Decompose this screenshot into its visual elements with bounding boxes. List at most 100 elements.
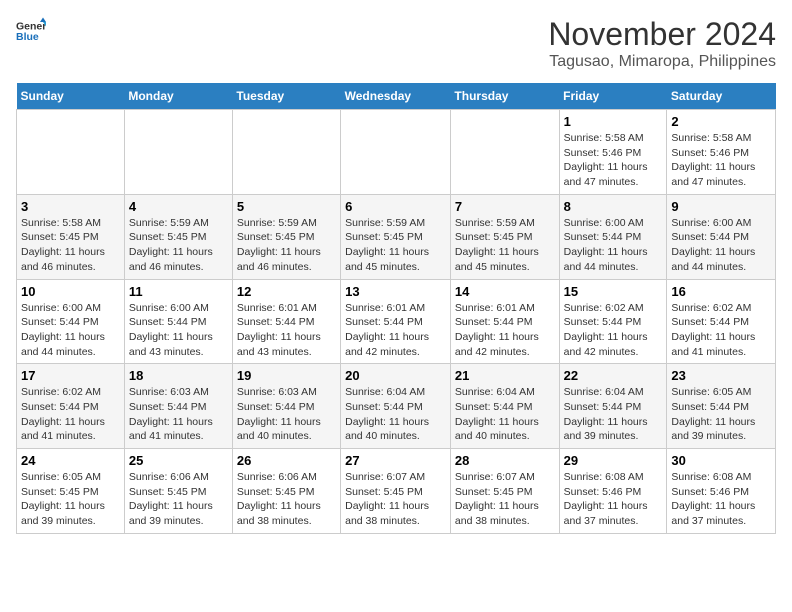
header: General Blue November 2024 Tagusao, Mima… [16,16,776,71]
day-number: 27 [345,453,446,468]
calendar-cell [341,110,451,195]
calendar-cell: 16 Sunrise: 6:02 AMSunset: 5:44 PMDaylig… [667,279,776,364]
calendar-cell: 8 Sunrise: 6:00 AMSunset: 5:44 PMDayligh… [559,194,667,279]
day-number: 12 [237,284,336,299]
day-info: Sunrise: 6:08 AMSunset: 5:46 PMDaylight:… [671,470,771,529]
day-number: 7 [455,199,555,214]
logo-icon: General Blue [16,16,46,46]
calendar-cell: 28 Sunrise: 6:07 AMSunset: 5:45 PMDaylig… [450,449,559,534]
day-info: Sunrise: 6:00 AMSunset: 5:44 PMDaylight:… [564,216,663,275]
calendar-cell: 21 Sunrise: 6:04 AMSunset: 5:44 PMDaylig… [450,364,559,449]
day-number: 28 [455,453,555,468]
day-number: 11 [129,284,228,299]
week-row-2: 3 Sunrise: 5:58 AMSunset: 5:45 PMDayligh… [17,194,776,279]
calendar-cell: 25 Sunrise: 6:06 AMSunset: 5:45 PMDaylig… [124,449,232,534]
week-row-4: 17 Sunrise: 6:02 AMSunset: 5:44 PMDaylig… [17,364,776,449]
title-section: November 2024 Tagusao, Mimaropa, Philipp… [548,16,776,71]
calendar-header: SundayMondayTuesdayWednesdayThursdayFrid… [17,83,776,110]
calendar-cell: 29 Sunrise: 6:08 AMSunset: 5:46 PMDaylig… [559,449,667,534]
day-info: Sunrise: 6:06 AMSunset: 5:45 PMDaylight:… [129,470,228,529]
day-info: Sunrise: 6:06 AMSunset: 5:45 PMDaylight:… [237,470,336,529]
day-info: Sunrise: 6:01 AMSunset: 5:44 PMDaylight:… [237,301,336,360]
calendar-cell: 5 Sunrise: 5:59 AMSunset: 5:45 PMDayligh… [232,194,340,279]
day-number: 20 [345,368,446,383]
day-info: Sunrise: 5:59 AMSunset: 5:45 PMDaylight:… [129,216,228,275]
calendar-cell: 10 Sunrise: 6:00 AMSunset: 5:44 PMDaylig… [17,279,125,364]
calendar-cell: 17 Sunrise: 6:02 AMSunset: 5:44 PMDaylig… [17,364,125,449]
day-info: Sunrise: 6:04 AMSunset: 5:44 PMDaylight:… [345,385,446,444]
day-number: 2 [671,114,771,129]
calendar-cell: 26 Sunrise: 6:06 AMSunset: 5:45 PMDaylig… [232,449,340,534]
day-number: 8 [564,199,663,214]
day-info: Sunrise: 6:02 AMSunset: 5:44 PMDaylight:… [671,301,771,360]
svg-text:Blue: Blue [16,31,39,43]
day-number: 3 [21,199,120,214]
day-number: 9 [671,199,771,214]
calendar-cell: 14 Sunrise: 6:01 AMSunset: 5:44 PMDaylig… [450,279,559,364]
calendar-cell: 27 Sunrise: 6:07 AMSunset: 5:45 PMDaylig… [341,449,451,534]
calendar-cell: 13 Sunrise: 6:01 AMSunset: 5:44 PMDaylig… [341,279,451,364]
day-info: Sunrise: 5:58 AMSunset: 5:46 PMDaylight:… [671,131,771,190]
header-day-thursday: Thursday [450,83,559,110]
header-row: SundayMondayTuesdayWednesdayThursdayFrid… [17,83,776,110]
calendar-cell: 7 Sunrise: 5:59 AMSunset: 5:45 PMDayligh… [450,194,559,279]
week-row-3: 10 Sunrise: 6:00 AMSunset: 5:44 PMDaylig… [17,279,776,364]
day-info: Sunrise: 6:05 AMSunset: 5:44 PMDaylight:… [671,385,771,444]
day-info: Sunrise: 5:58 AMSunset: 5:45 PMDaylight:… [21,216,120,275]
day-info: Sunrise: 6:00 AMSunset: 5:44 PMDaylight:… [21,301,120,360]
day-info: Sunrise: 6:03 AMSunset: 5:44 PMDaylight:… [129,385,228,444]
day-info: Sunrise: 6:04 AMSunset: 5:44 PMDaylight:… [455,385,555,444]
week-row-5: 24 Sunrise: 6:05 AMSunset: 5:45 PMDaylig… [17,449,776,534]
day-info: Sunrise: 5:58 AMSunset: 5:46 PMDaylight:… [564,131,663,190]
day-info: Sunrise: 6:00 AMSunset: 5:44 PMDaylight:… [129,301,228,360]
calendar-cell: 3 Sunrise: 5:58 AMSunset: 5:45 PMDayligh… [17,194,125,279]
header-day-monday: Monday [124,83,232,110]
day-number: 19 [237,368,336,383]
day-number: 5 [237,199,336,214]
day-info: Sunrise: 6:07 AMSunset: 5:45 PMDaylight:… [455,470,555,529]
calendar-cell: 19 Sunrise: 6:03 AMSunset: 5:44 PMDaylig… [232,364,340,449]
calendar-cell [124,110,232,195]
day-info: Sunrise: 5:59 AMSunset: 5:45 PMDaylight:… [455,216,555,275]
header-day-wednesday: Wednesday [341,83,451,110]
day-number: 23 [671,368,771,383]
day-info: Sunrise: 6:02 AMSunset: 5:44 PMDaylight:… [564,301,663,360]
calendar-cell: 2 Sunrise: 5:58 AMSunset: 5:46 PMDayligh… [667,110,776,195]
day-info: Sunrise: 6:01 AMSunset: 5:44 PMDaylight:… [455,301,555,360]
calendar-cell: 20 Sunrise: 6:04 AMSunset: 5:44 PMDaylig… [341,364,451,449]
day-number: 21 [455,368,555,383]
calendar-cell: 22 Sunrise: 6:04 AMSunset: 5:44 PMDaylig… [559,364,667,449]
day-number: 17 [21,368,120,383]
day-number: 22 [564,368,663,383]
calendar-cell [450,110,559,195]
day-number: 25 [129,453,228,468]
calendar-cell [232,110,340,195]
day-info: Sunrise: 6:07 AMSunset: 5:45 PMDaylight:… [345,470,446,529]
day-number: 1 [564,114,663,129]
day-info: Sunrise: 6:04 AMSunset: 5:44 PMDaylight:… [564,385,663,444]
day-info: Sunrise: 6:08 AMSunset: 5:46 PMDaylight:… [564,470,663,529]
calendar-cell: 12 Sunrise: 6:01 AMSunset: 5:44 PMDaylig… [232,279,340,364]
day-info: Sunrise: 5:59 AMSunset: 5:45 PMDaylight:… [345,216,446,275]
day-number: 4 [129,199,228,214]
day-number: 14 [455,284,555,299]
calendar-cell: 15 Sunrise: 6:02 AMSunset: 5:44 PMDaylig… [559,279,667,364]
calendar-cell [17,110,125,195]
month-title: November 2024 [548,16,776,53]
day-number: 13 [345,284,446,299]
calendar-body: 1 Sunrise: 5:58 AMSunset: 5:46 PMDayligh… [17,110,776,534]
location-title: Tagusao, Mimaropa, Philippines [548,53,776,71]
header-day-saturday: Saturday [667,83,776,110]
day-number: 16 [671,284,771,299]
calendar-cell: 23 Sunrise: 6:05 AMSunset: 5:44 PMDaylig… [667,364,776,449]
day-number: 18 [129,368,228,383]
day-info: Sunrise: 6:01 AMSunset: 5:44 PMDaylight:… [345,301,446,360]
calendar-cell: 11 Sunrise: 6:00 AMSunset: 5:44 PMDaylig… [124,279,232,364]
day-number: 10 [21,284,120,299]
day-number: 6 [345,199,446,214]
day-number: 26 [237,453,336,468]
day-number: 24 [21,453,120,468]
day-info: Sunrise: 6:05 AMSunset: 5:45 PMDaylight:… [21,470,120,529]
day-info: Sunrise: 6:03 AMSunset: 5:44 PMDaylight:… [237,385,336,444]
calendar-cell: 30 Sunrise: 6:08 AMSunset: 5:46 PMDaylig… [667,449,776,534]
